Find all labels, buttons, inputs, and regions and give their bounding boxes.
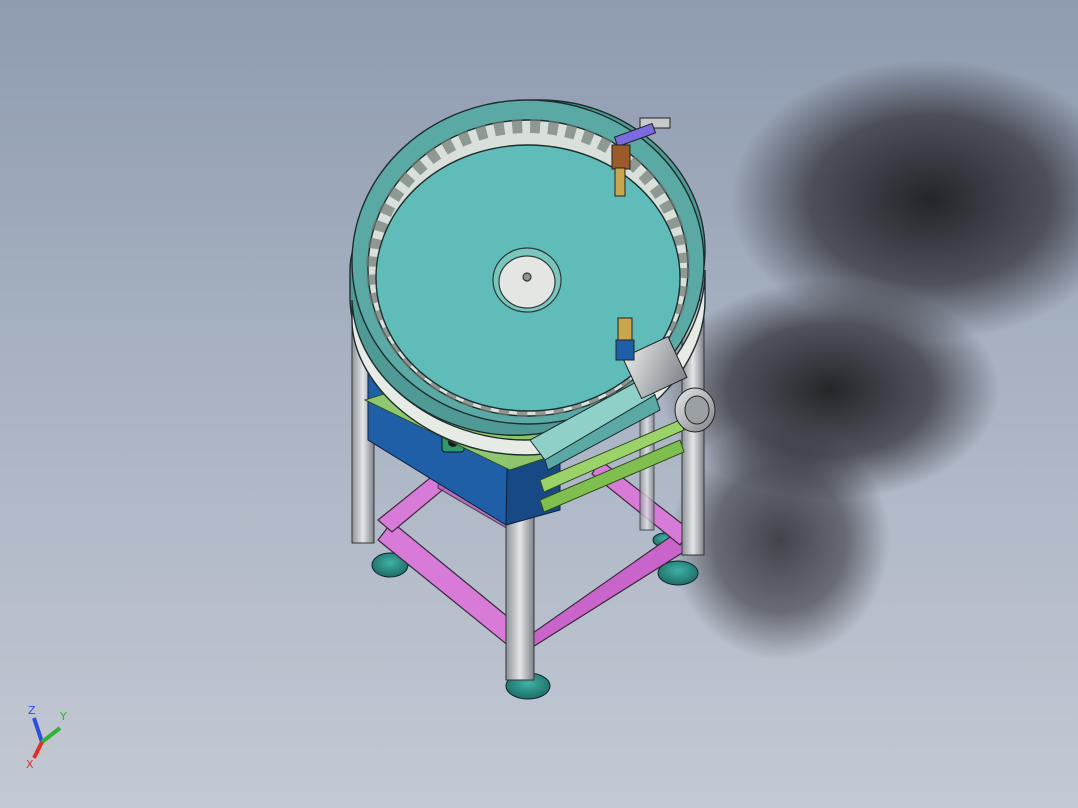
z-axis-label: Z — [28, 704, 36, 717]
model-scene[interactable] — [0, 0, 1078, 808]
y-axis-label: Y — [59, 710, 67, 723]
cad-viewport[interactable]: Z Y X — [0, 0, 1078, 808]
bowl-center-hub — [492, 247, 562, 313]
x-axis-label: X — [26, 758, 34, 771]
view-orientation-triad: Z Y X — [26, 704, 67, 771]
model-shadow — [660, 60, 1078, 660]
